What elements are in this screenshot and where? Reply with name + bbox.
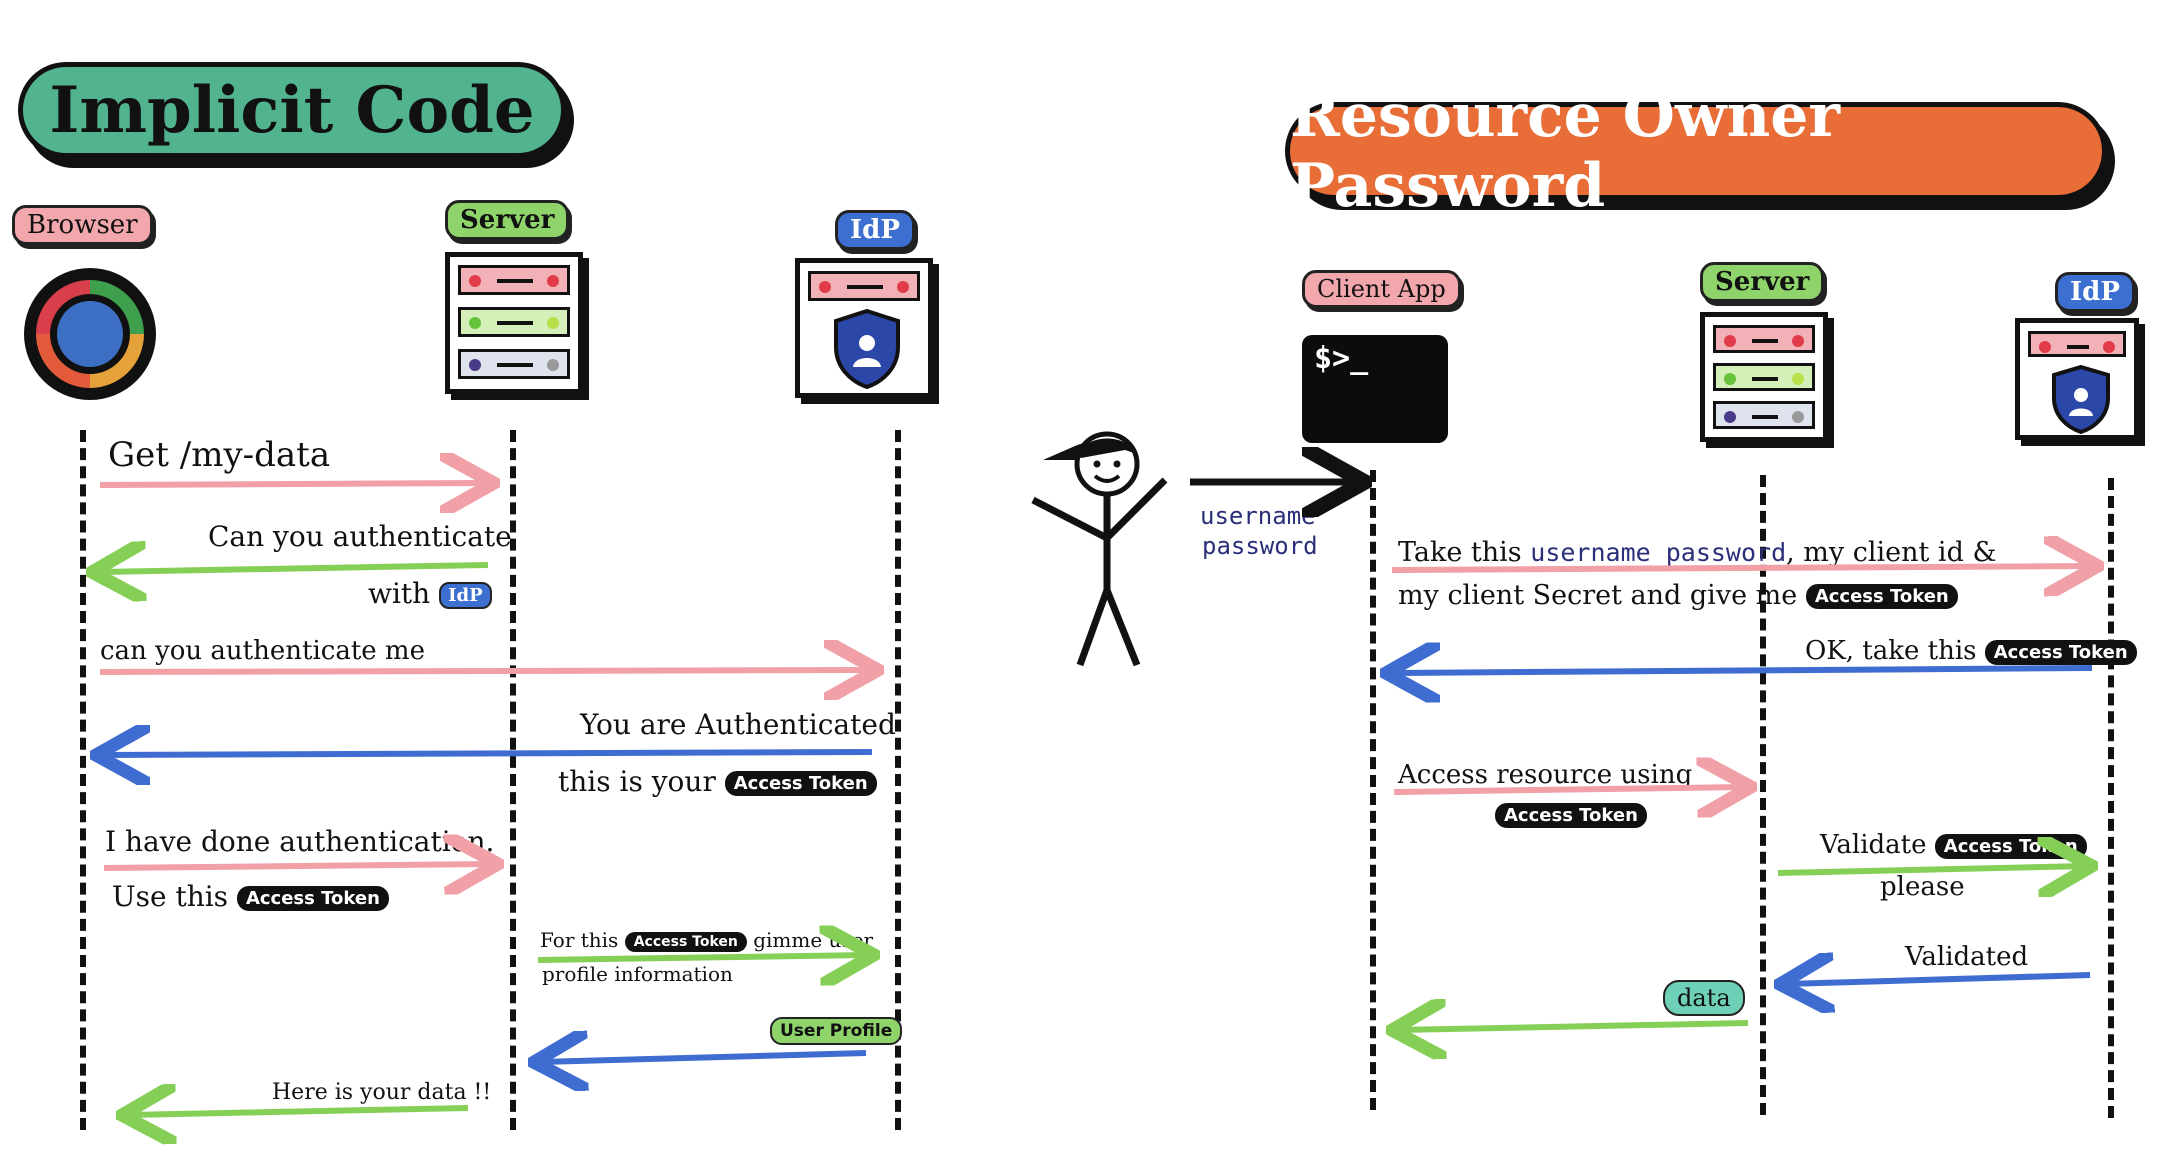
arrow-take-this-credentials: [1391, 566, 2092, 570]
arrows-layer: [0, 0, 2173, 1168]
arrow-authenticate-me: [99, 670, 872, 672]
arrow-validate-token: [1777, 866, 2086, 873]
arrow-you-are-authenticated: [102, 752, 873, 755]
arrow-done-authentication: [103, 864, 492, 868]
arrow-get-my-data: [99, 483, 488, 485]
arrow-ok-take-this: [1392, 668, 2093, 673]
arrow-data-return: [1398, 1023, 1749, 1030]
arrow-for-this-token: [537, 955, 868, 960]
arrow-access-resource: [1393, 787, 1745, 792]
arrow-validated: [1786, 975, 2091, 984]
arrow-can-you-authenticate: [98, 565, 489, 572]
arrow-here-is-your-data: [128, 1108, 469, 1115]
arrow-user-profile: [540, 1053, 867, 1062]
